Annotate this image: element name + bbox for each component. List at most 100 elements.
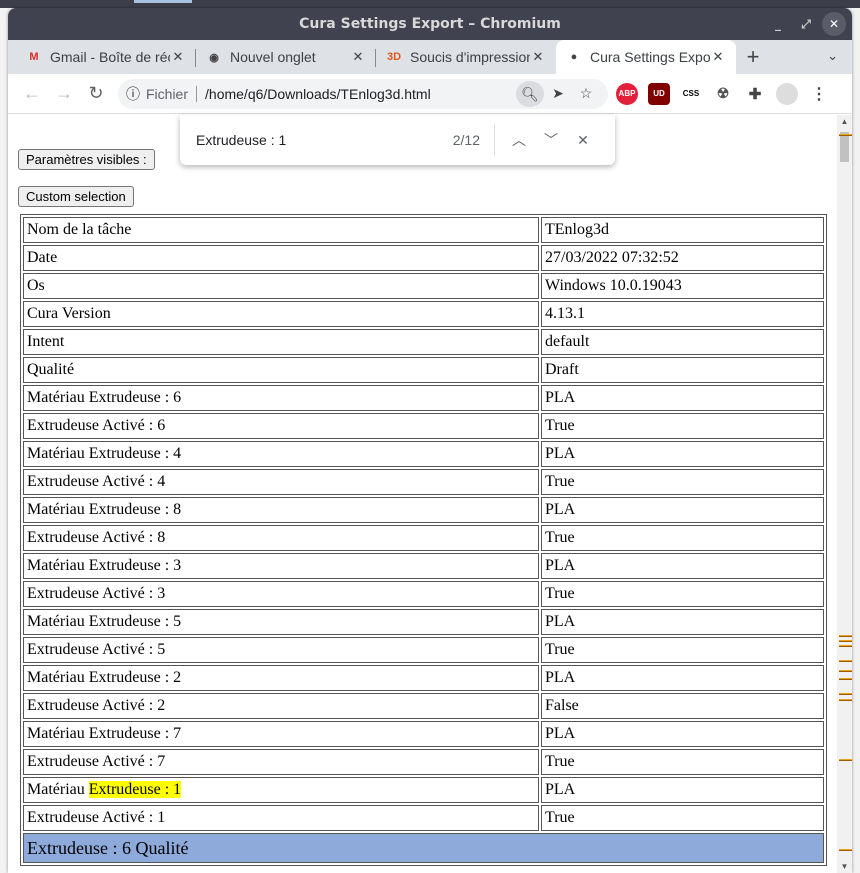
find-close-button[interactable]: ✕	[567, 132, 599, 149]
setting-name: Matériau Extrudeuse : 4	[23, 441, 539, 467]
setting-name: Extrudeuse Activé : 6	[23, 413, 539, 439]
tab-search-chevron-icon[interactable]: ⌄	[827, 48, 838, 64]
find-next-button[interactable]: ﹀	[535, 130, 567, 150]
3d-icon: 3D	[386, 51, 402, 63]
new-tab-button[interactable]: +	[736, 40, 770, 74]
scrollbar[interactable]: ▲ ▼	[837, 115, 852, 873]
tab-new-tab[interactable]: ◉ Nouvel onglet ✕	[196, 40, 376, 74]
table-row: Nom de la tâche TEnlog3d	[23, 217, 824, 243]
table-row: Intent default	[23, 329, 824, 355]
setting-name: Intent	[23, 329, 539, 355]
find-match-count: 2/12	[453, 124, 495, 156]
setting-value: PLA	[541, 441, 824, 467]
ublock-extension-icon[interactable]: UD	[648, 82, 670, 105]
tab-strip: MGmail - Boîte de réception✕ ◉Nouvel ong…	[8, 40, 852, 74]
scroll-down-arrow-icon[interactable]: ▼	[837, 862, 852, 871]
scroll-up-arrow-icon[interactable]: ▲	[837, 117, 852, 126]
table-row: Matériau Extrudeuse : 4 PLA	[23, 441, 824, 467]
setting-name: Extrudeuse Activé : 1	[23, 805, 539, 831]
setting-value: PLA	[541, 497, 824, 523]
scrollbar-thumb[interactable]	[840, 132, 849, 162]
table-row: Matériau Extrudeuse : 6 PLA	[23, 385, 824, 411]
url-text[interactable]: /home/q6/Downloads/TEnlog3d.html	[205, 86, 516, 102]
setting-value: PLA	[541, 777, 824, 803]
setting-value: True	[541, 637, 824, 663]
adblock-extension-icon[interactable]: ABP	[616, 82, 638, 105]
table-row: Extrudeuse Activé : 7 True	[23, 749, 824, 775]
close-tab-icon[interactable]: ✕	[350, 49, 366, 65]
setting-value: 27/03/2022 07:32:52	[541, 245, 824, 271]
scheme-label: Fichier	[146, 85, 198, 102]
close-tab-icon[interactable]: ✕	[710, 49, 726, 65]
setting-name: Extrudeuse Activé : 7	[23, 749, 539, 775]
close-tab-icon[interactable]: ✕	[530, 49, 546, 65]
setting-name: Os	[23, 273, 539, 299]
address-bar[interactable]: ⓘ Fichier /home/q6/Downloads/TEnlog3d.ht…	[118, 78, 608, 109]
reload-button[interactable]: ↻	[80, 83, 112, 104]
setting-name: Matériau Extrudeuse : 7	[23, 721, 539, 747]
setting-name: Date	[23, 245, 539, 271]
settings-table: Nom de la tâche TEnlog3d Date 27/03/2022 07…	[20, 214, 827, 866]
setting-name: Matériau Extrudeuse : 6	[23, 385, 539, 411]
visible-params-button[interactable]: Paramètres visibles :	[18, 149, 155, 170]
table-row: Extrudeuse Activé : 4 True	[23, 469, 824, 495]
table-row: Matériau Extrudeuse : 7 PLA	[23, 721, 824, 747]
setting-name: Extrudeuse Activé : 8	[23, 525, 539, 551]
setting-name: Matériau Extrudeuse : 3	[23, 553, 539, 579]
setting-value: True	[541, 581, 824, 607]
close-window-button[interactable]: ✕	[822, 12, 846, 36]
table-row: Os Windows 10.0.19043	[23, 273, 824, 299]
minimize-button[interactable]: _	[766, 12, 790, 36]
setting-name: Qualité	[23, 357, 539, 383]
table-row: Matériau Extrudeuse : 3 PLA	[23, 553, 824, 579]
setting-value: Windows 10.0.19043	[541, 273, 824, 299]
puzzle-extensions-icon[interactable]: ✚	[744, 83, 766, 105]
setting-name: Matériau Extrudeuse : 5	[23, 609, 539, 635]
setting-value: PLA	[541, 553, 824, 579]
tab-soucis[interactable]: 3D Soucis d'impression ✕	[376, 40, 556, 74]
find-input[interactable]: Extrudeuse : 1	[196, 132, 453, 148]
maximize-button[interactable]: ⤢	[794, 12, 818, 36]
bookmark-star-icon[interactable]: ☆	[572, 85, 600, 102]
setting-value: TEnlog3d	[541, 217, 824, 243]
setting-value: PLA	[541, 609, 824, 635]
table-row: Extrudeuse Activé : 1 True	[23, 805, 824, 831]
chrome-icon: ◉	[209, 51, 219, 64]
setting-name: Matériau Extrudeuse : 8	[23, 497, 539, 523]
setting-value: PLA	[541, 385, 824, 411]
setting-value: Draft	[541, 357, 824, 383]
css-extension-icon[interactable]: CSS	[680, 83, 702, 105]
table-row: Extrudeuse Activé : 6 True	[23, 413, 824, 439]
info-icon[interactable]: ⓘ	[126, 84, 140, 104]
section-header-row: Extrudeuse : 6 Qualité	[23, 833, 824, 863]
find-bar: Extrudeuse : 1 2/12 ︿ ﹀ ✕	[180, 115, 615, 165]
close-tab-icon[interactable]: ✕	[170, 49, 186, 65]
custom-selection-button[interactable]: Custom selection	[18, 186, 134, 207]
setting-name: Matériau Extrudeuse : 2	[23, 665, 539, 691]
window-title: Cura Settings Export – Chromium	[299, 16, 561, 32]
tab-gmail[interactable]: MGmail - Boîte de réception✕	[16, 40, 196, 74]
gmail-icon: M	[29, 51, 39, 63]
setting-value: True	[541, 525, 824, 551]
setting-value: PLA	[541, 721, 824, 747]
profile-avatar[interactable]	[776, 82, 798, 105]
table-row: Qualité Draft	[23, 357, 824, 383]
find-highlight: Extrudeuse : 1	[88, 781, 182, 798]
menu-kebab-icon[interactable]: ⋮	[808, 83, 830, 105]
setting-name: Extrudeuse Activé : 5	[23, 637, 539, 663]
setting-name: Nom de la tâche	[23, 217, 539, 243]
desktop-top-strip	[0, 0, 860, 8]
setting-value: default	[541, 329, 824, 355]
find-previous-button[interactable]: ︿	[503, 130, 535, 150]
extension-icon[interactable]: ☢	[712, 83, 734, 105]
setting-name: Extrudeuse Activé : 4	[23, 469, 539, 495]
table-row: Matériau Extrudeuse : 2 PLA	[23, 665, 824, 691]
send-icon[interactable]: ➤	[544, 85, 572, 102]
tab-cura-settings[interactable]: ● Cura Settings Export ✕	[556, 40, 736, 74]
find-icon[interactable]: 🔍︎	[516, 80, 544, 107]
forward-button[interactable]: →	[48, 83, 80, 104]
setting-name: Matériau Extrudeuse : 1	[23, 777, 539, 803]
back-button[interactable]: ←	[16, 83, 48, 104]
toolbar: ← → ↻ ⓘ Fichier /home/q6/Downloads/TEnlo…	[8, 74, 852, 114]
setting-value: True	[541, 805, 824, 831]
